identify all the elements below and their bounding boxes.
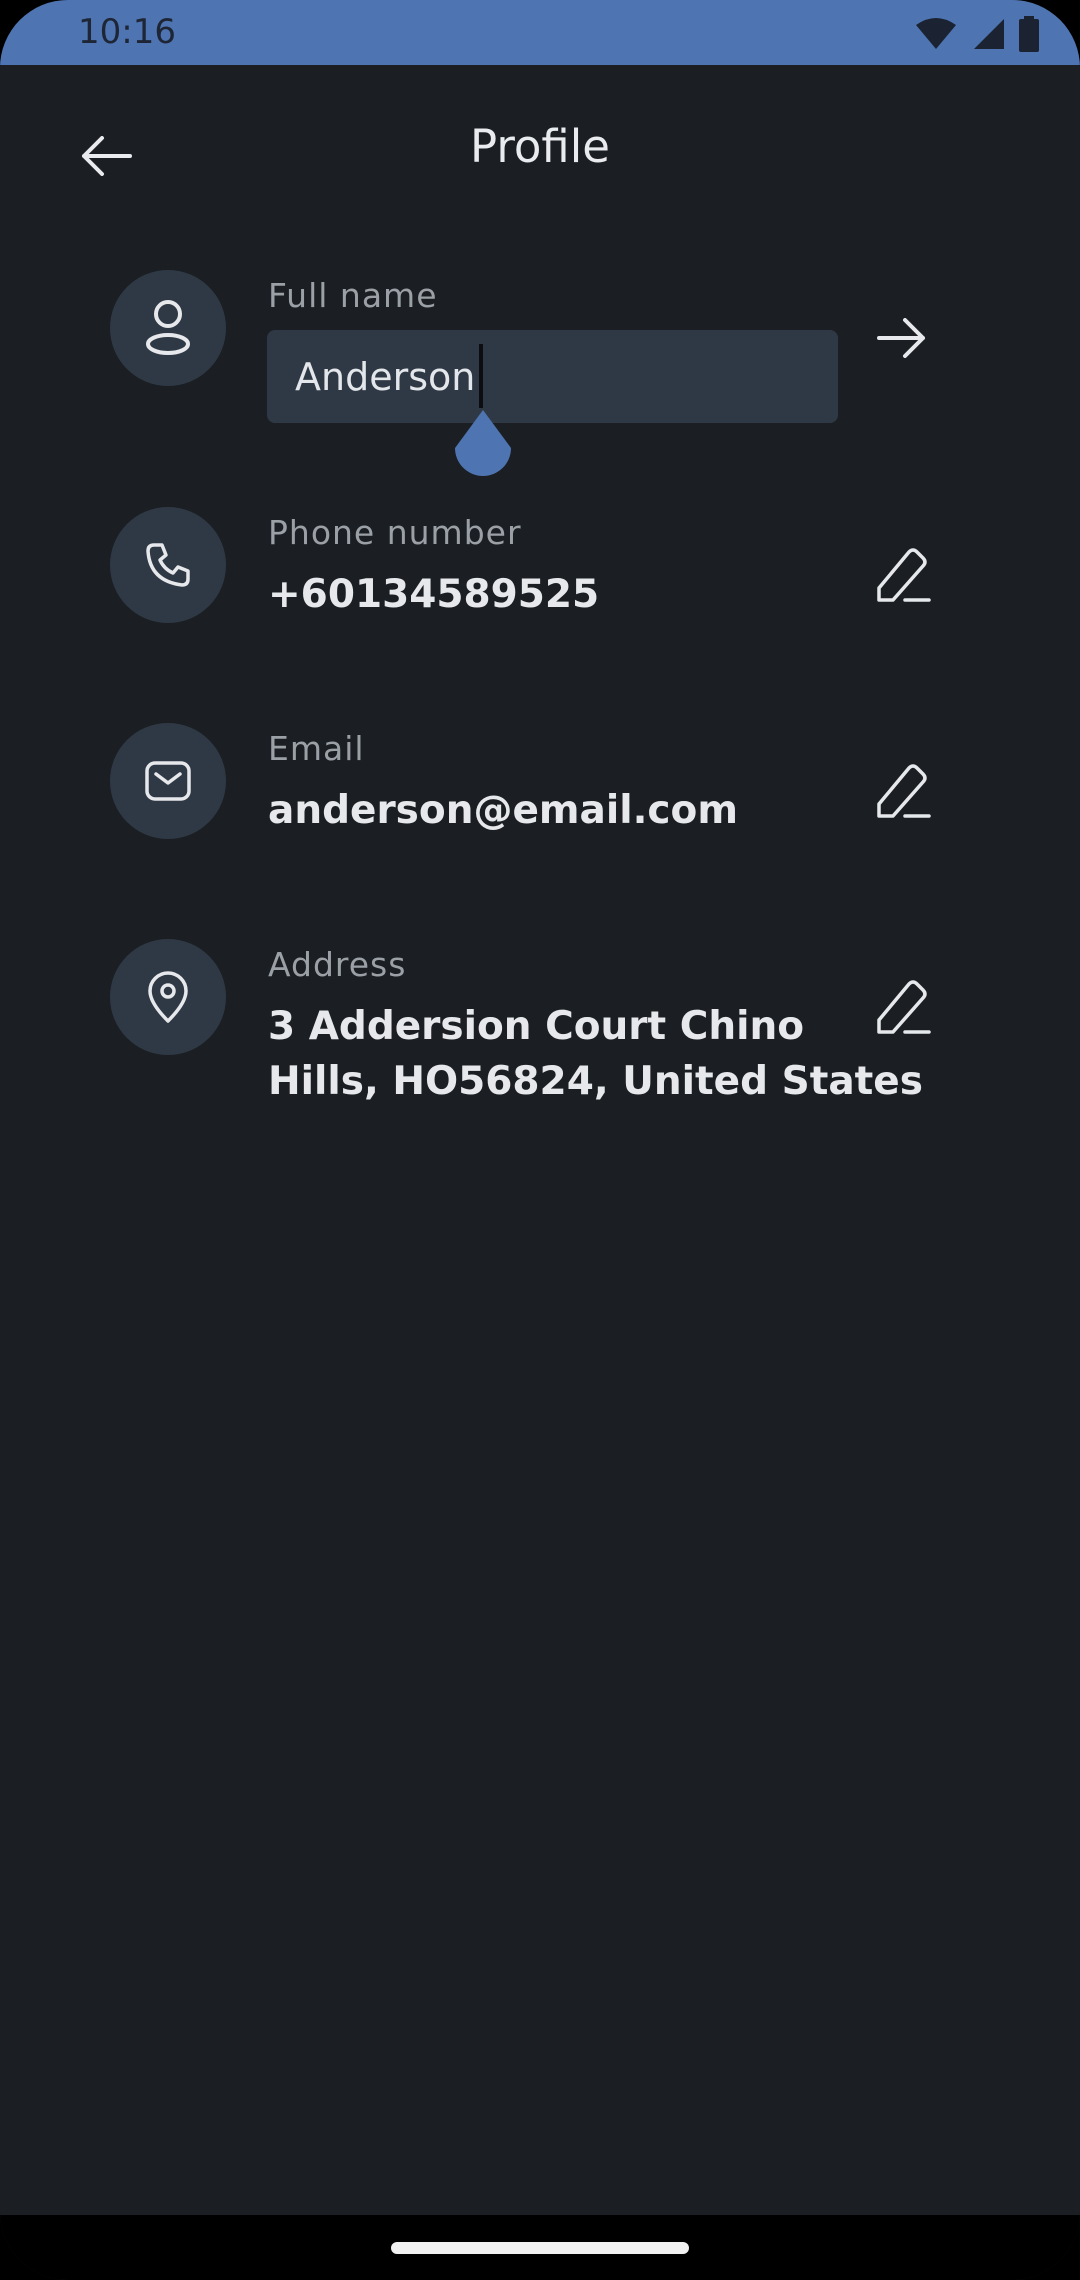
phone-value: +60134589525 — [268, 572, 600, 617]
status-bar: 10:16 — [0, 0, 1080, 65]
page-title: Profile — [470, 120, 610, 173]
phone-icon — [146, 543, 190, 587]
email-value: anderson@email.com — [268, 788, 738, 833]
address-line-2: Hills, HO56824, United States — [268, 1059, 923, 1104]
battery-icon — [1019, 16, 1039, 52]
signal-icon — [974, 19, 1004, 49]
text-caret — [479, 344, 483, 408]
submit-name-button[interactable] — [872, 308, 932, 368]
edit-email-button[interactable] — [872, 761, 932, 821]
profile-screen: 10:16 Profile Full name Anderson Phone n… — [0, 0, 1080, 2280]
full-name-label: Full name — [268, 276, 438, 315]
arrow-right-icon — [877, 318, 925, 358]
mail-icon — [145, 761, 191, 801]
wifi-icon — [916, 18, 956, 49]
email-avatar-circle — [110, 723, 226, 839]
address-line-1: 3 Addersion Court Chino — [268, 1004, 805, 1049]
phone-avatar-circle — [110, 507, 226, 623]
text-selection-handle[interactable] — [454, 410, 512, 478]
home-indicator[interactable] — [391, 2242, 689, 2254]
pencil-icon — [877, 764, 931, 818]
status-icons — [916, 16, 1040, 52]
user-icon — [146, 300, 190, 355]
full-name-input[interactable] — [267, 330, 838, 423]
user-avatar-circle — [110, 270, 226, 386]
pencil-icon — [877, 548, 931, 602]
status-time: 10:16 — [78, 12, 176, 52]
map-pin-icon — [148, 971, 188, 1023]
address-label: Address — [268, 945, 407, 984]
pencil-icon — [877, 980, 931, 1034]
email-label: Email — [268, 729, 365, 768]
phone-label: Phone number — [268, 513, 522, 552]
edit-address-button[interactable] — [872, 977, 932, 1037]
address-avatar-circle — [110, 939, 226, 1055]
edit-phone-button[interactable] — [872, 545, 932, 605]
